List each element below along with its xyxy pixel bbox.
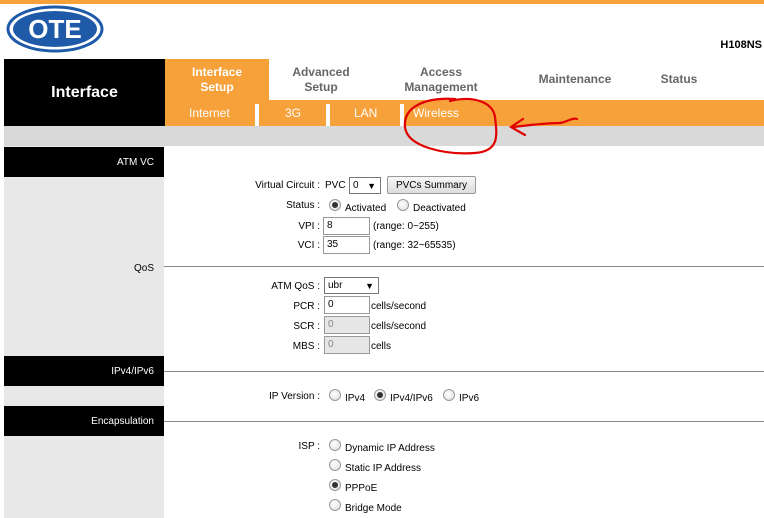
mbs-input[interactable]: 0 — [324, 336, 370, 354]
top-accent-line — [0, 0, 764, 4]
section-encapsulation: Encapsulation — [4, 406, 164, 436]
vci-range: (range: 32~65535) — [373, 240, 456, 251]
subtab-separator — [255, 104, 259, 126]
isp-static-ip-radio[interactable] — [329, 459, 341, 471]
tab-label: Status — [660, 72, 698, 86]
scr-label: SCR : — [293, 321, 320, 332]
status-deactivated-radio[interactable] — [397, 199, 409, 211]
ip-version-ipv4-ipv6-radio[interactable] — [374, 389, 386, 401]
divider-line — [164, 266, 764, 267]
ip-version-ipv6-label: IPv6 — [459, 393, 480, 404]
ote-logo: OTE — [5, 4, 105, 54]
subtab-separator — [400, 104, 404, 126]
status-activated-radio[interactable] — [329, 199, 341, 211]
section-qos: QoS — [133, 263, 154, 274]
status-deactivated-label: Deactivated — [413, 203, 466, 214]
vpi-range: (range: 0~255) — [373, 221, 439, 232]
tab-label: Access — [419, 64, 463, 79]
pvc-prefix: PVC — [325, 180, 346, 191]
atm-qos-label: ATM QoS : — [271, 281, 320, 292]
vci-label: VCI : — [297, 240, 320, 251]
subtab-wireless[interactable]: Wireless — [413, 100, 459, 126]
isp-dynamic-ip-radio[interactable] — [329, 439, 341, 451]
virtual-circuit-label: Virtual Circuit : — [255, 180, 320, 191]
isp-static-ip-label: Static IP Address — [345, 463, 421, 474]
mbs-label: MBS : — [292, 341, 320, 352]
tab-status[interactable]: Status — [640, 59, 718, 100]
pvc-select[interactable]: 0 ▼ — [349, 177, 381, 194]
pvc-select-value: 0 — [353, 180, 359, 191]
tab-label: Maintenance — [538, 72, 612, 86]
atm-qos-select-value: ubr — [328, 280, 343, 291]
pcr-input[interactable]: 0 — [324, 296, 370, 314]
ip-version-label: IP Version : — [269, 391, 320, 402]
tab-label: Setup — [200, 79, 234, 94]
scr-input[interactable]: 0 — [324, 316, 370, 334]
router-config-page: OTE H108NS Interface Interface Setup Adva… — [0, 0, 764, 518]
tab-label: Interface — [191, 64, 243, 79]
nav-section-title: Interface — [4, 59, 165, 126]
isp-pppoe-label: PPPoE — [345, 483, 378, 494]
isp-pppoe-radio[interactable] — [329, 479, 341, 491]
isp-label: ISP : — [298, 441, 321, 452]
vpi-input[interactable]: 8 — [323, 217, 370, 235]
subtab-internet[interactable]: Internet — [189, 100, 230, 126]
ip-version-ipv4-radio[interactable] — [329, 389, 341, 401]
mbs-unit: cells — [371, 341, 392, 352]
status-label: Status : — [286, 200, 320, 211]
tab-advanced-setup[interactable]: Advanced Setup — [269, 59, 373, 100]
tab-label: Management — [404, 79, 478, 94]
tab-maintenance[interactable]: Maintenance — [515, 59, 635, 100]
tab-label: Advanced — [292, 64, 350, 79]
subtab-lan[interactable]: LAN — [354, 100, 377, 126]
dropdown-arrow-icon: ▼ — [365, 281, 374, 291]
vci-input[interactable]: 35 — [323, 236, 370, 254]
divider-line — [164, 421, 764, 422]
vpi-label: VPI : — [298, 221, 320, 232]
atm-qos-select[interactable]: ubr ▼ — [324, 277, 379, 294]
gray-divider-strip — [4, 126, 764, 146]
tab-access-management[interactable]: Access Management — [385, 59, 497, 100]
subtab-separator — [326, 104, 330, 126]
dropdown-arrow-icon: ▼ — [367, 181, 376, 191]
isp-dynamic-ip-label: Dynamic IP Address — [345, 443, 435, 454]
section-ipv4-ipv6: IPv4/IPv6 — [4, 356, 164, 386]
divider-line — [164, 371, 764, 372]
pcr-unit: cells/second — [371, 301, 427, 312]
ip-version-ipv4-label: IPv4 — [345, 393, 366, 404]
isp-bridge-mode-label: Bridge Mode — [345, 503, 402, 514]
ip-version-ipv6-radio[interactable] — [443, 389, 455, 401]
pcr-label: PCR : — [293, 301, 320, 312]
tab-interface-setup[interactable]: Interface Setup — [165, 59, 269, 100]
model-name: H108NS — [720, 39, 762, 51]
pvcs-summary-button[interactable]: PVCs Summary — [387, 176, 476, 194]
tab-label: Setup — [304, 79, 338, 94]
isp-bridge-mode-radio[interactable] — [329, 499, 341, 511]
subtab-3g[interactable]: 3G — [285, 100, 301, 126]
logo-text: OTE — [28, 14, 81, 44]
ip-version-ipv4-ipv6-label: IPv4/IPv6 — [390, 393, 433, 404]
section-atm-vc: ATM VC — [4, 147, 164, 177]
scr-unit: cells/second — [371, 321, 427, 332]
status-activated-label: Activated — [345, 203, 387, 214]
